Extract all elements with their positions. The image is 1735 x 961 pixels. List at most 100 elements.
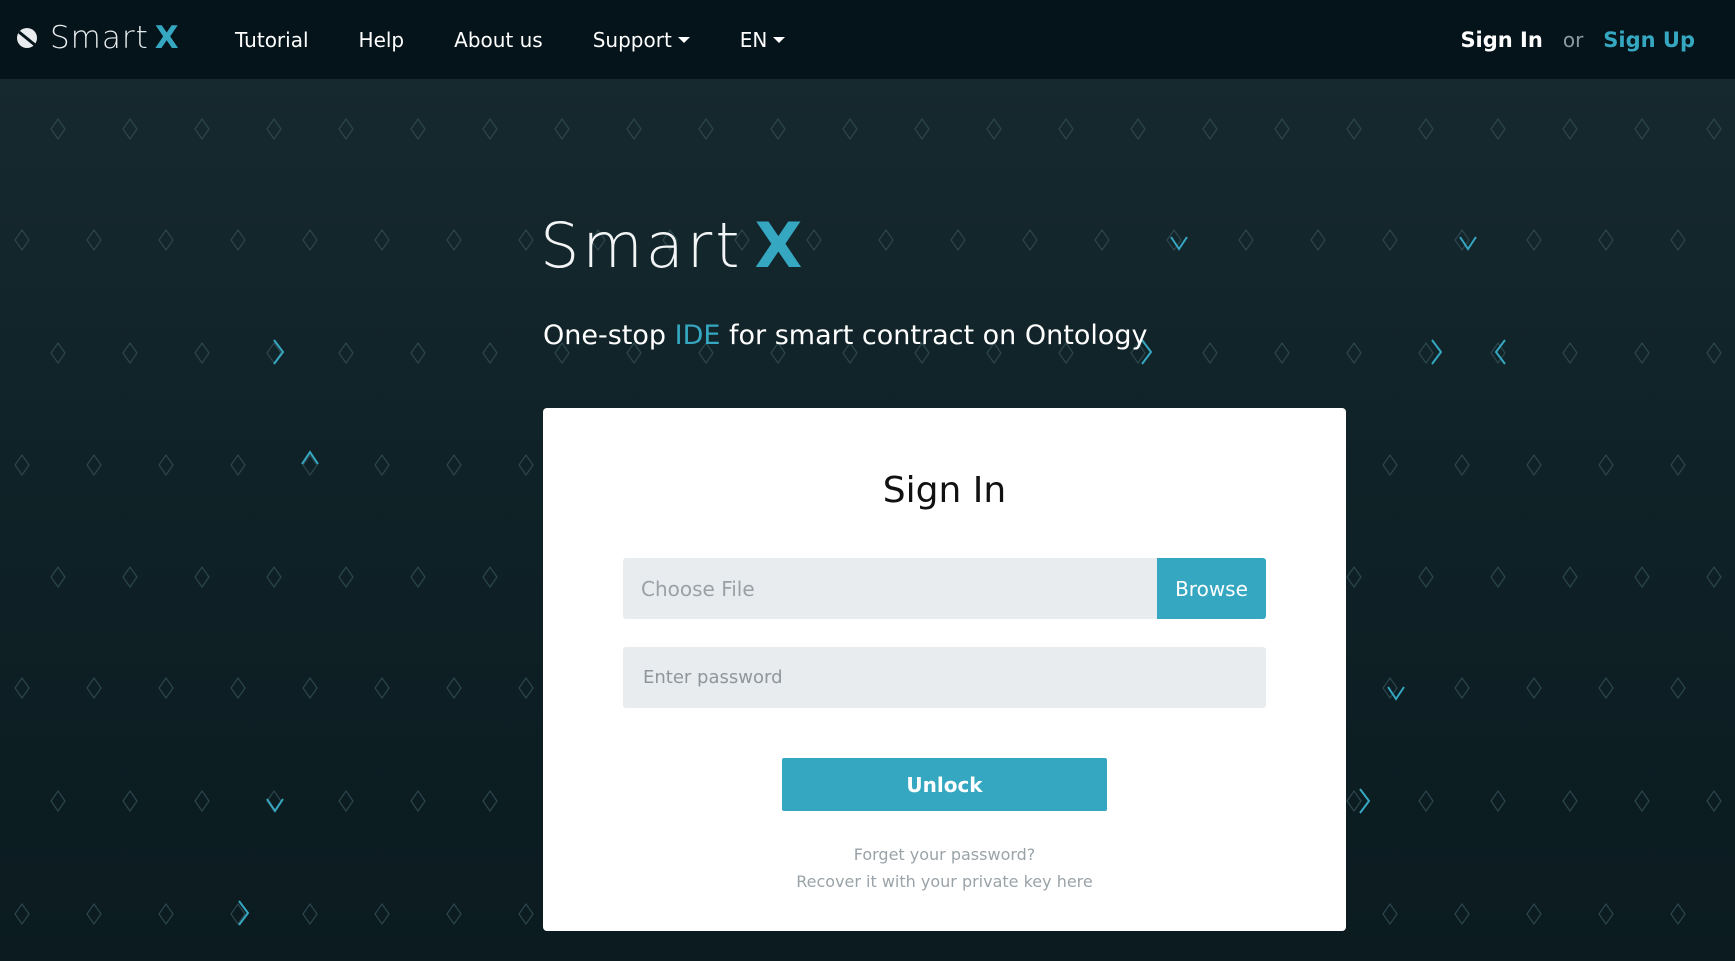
diamond-shape (914, 117, 930, 141)
diamond-shape (1346, 789, 1362, 813)
diamond-shape (1598, 902, 1614, 926)
top-navbar: Smart X Tutorial Help About us Support E… (0, 0, 1735, 79)
diamond-shape (518, 453, 534, 477)
hero-logo: Smart X (540, 209, 802, 282)
diamond-shape (338, 117, 354, 141)
diamond-shape (1562, 565, 1578, 589)
diamond-shape (302, 228, 318, 252)
diamond-shape (302, 902, 318, 926)
recover-private-key-link[interactable]: Recover it with your private key here (543, 872, 1346, 891)
diamond-shape (230, 676, 246, 700)
brand-text: Smart (50, 20, 149, 56)
nav-about-us[interactable]: About us (454, 28, 543, 52)
diamond-shape (482, 341, 498, 365)
diamond-shape (446, 453, 462, 477)
hero-logo-x: X (754, 209, 803, 282)
diamond-shape (446, 676, 462, 700)
diamond-shape (1670, 676, 1686, 700)
leaf-logo-icon (17, 28, 37, 48)
diamond-shape (554, 117, 570, 141)
diamond-shape (1706, 341, 1722, 365)
tagline-before: One-stop (543, 320, 675, 351)
hero-logo-text: Smart (540, 209, 743, 282)
caret-down-icon (773, 36, 786, 43)
diamond-shape (374, 676, 390, 700)
chevron-accent-icon (1431, 339, 1443, 365)
diamond-shape (1490, 789, 1506, 813)
diamond-shape (14, 228, 30, 252)
or-separator: or (1562, 27, 1584, 52)
diamond-shape (410, 789, 426, 813)
diamond-shape (1454, 676, 1470, 700)
diamond-shape (1670, 228, 1686, 252)
diamond-shape (482, 117, 498, 141)
diamond-shape (1526, 676, 1542, 700)
diamond-shape (1346, 565, 1362, 589)
nav-signin-link[interactable]: Sign In (1460, 28, 1542, 52)
diamond-shape (194, 789, 210, 813)
diamond-shape (410, 117, 426, 141)
diamond-shape (86, 676, 102, 700)
diamond-shape (1382, 453, 1398, 477)
diamond-shape (1058, 117, 1074, 141)
diamond-shape (1562, 789, 1578, 813)
diamond-shape (1202, 117, 1218, 141)
auth-links: Sign In or Sign Up (1460, 0, 1695, 79)
diamond-shape (698, 117, 714, 141)
diamond-shape (1346, 117, 1362, 141)
unlock-button[interactable]: Unlock (782, 758, 1107, 811)
diamond-shape (86, 902, 102, 926)
diamond-shape (338, 565, 354, 589)
diamond-shape (1598, 676, 1614, 700)
signin-title: Sign In (882, 470, 1007, 511)
chevron-accent-icon (301, 450, 319, 465)
nav-language-dropdown[interactable]: EN (740, 28, 786, 52)
diamond-shape (122, 341, 138, 365)
diamond-shape (842, 117, 858, 141)
diamond-shape (410, 341, 426, 365)
diamond-shape (446, 902, 462, 926)
brand-x: X (154, 20, 179, 56)
nav-support-dropdown[interactable]: Support (593, 28, 690, 52)
diamond-shape (518, 228, 534, 252)
diamond-shape (1346, 341, 1362, 365)
diamond-shape (1130, 117, 1146, 141)
diamond-shape (1526, 453, 1542, 477)
diamond-shape (1274, 341, 1290, 365)
diamond-shape (482, 789, 498, 813)
diamond-shape (1382, 902, 1398, 926)
diamond-shape (1706, 789, 1722, 813)
diamond-shape (1022, 228, 1038, 252)
nav-tutorial[interactable]: Tutorial (235, 28, 309, 52)
diamond-shape (1310, 228, 1326, 252)
diamond-shape (1418, 565, 1434, 589)
diamond-shape (302, 676, 318, 700)
diamond-shape (50, 789, 66, 813)
diamond-shape (1274, 117, 1290, 141)
nav-help[interactable]: Help (359, 28, 405, 52)
diamond-shape (518, 902, 534, 926)
choose-file-input[interactable]: Choose File (623, 558, 1157, 619)
signin-card: Sign In Choose File Browse Unlock Forget… (543, 408, 1346, 931)
diamond-shape (1094, 228, 1110, 252)
diamond-shape (86, 453, 102, 477)
diamond-shape (1418, 341, 1434, 365)
diamond-shape (50, 117, 66, 141)
diamond-shape (1598, 453, 1614, 477)
brand-logo[interactable]: Smart X (16, 20, 179, 56)
diamond-shape (1670, 902, 1686, 926)
nav-signup-link[interactable]: Sign Up (1603, 28, 1695, 52)
diamond-shape (1634, 789, 1650, 813)
diamond-shape (14, 676, 30, 700)
diamond-shape (1454, 902, 1470, 926)
password-input[interactable] (623, 647, 1266, 708)
diamond-shape (338, 341, 354, 365)
diamond-shape (1634, 565, 1650, 589)
diamond-shape (374, 228, 390, 252)
keystore-file-picker: Choose File Browse (623, 558, 1266, 619)
diamond-shape (158, 228, 174, 252)
diamond-shape (374, 453, 390, 477)
diamond-shape (194, 117, 210, 141)
nav-language-label: EN (739, 27, 768, 52)
browse-button[interactable]: Browse (1157, 558, 1266, 619)
